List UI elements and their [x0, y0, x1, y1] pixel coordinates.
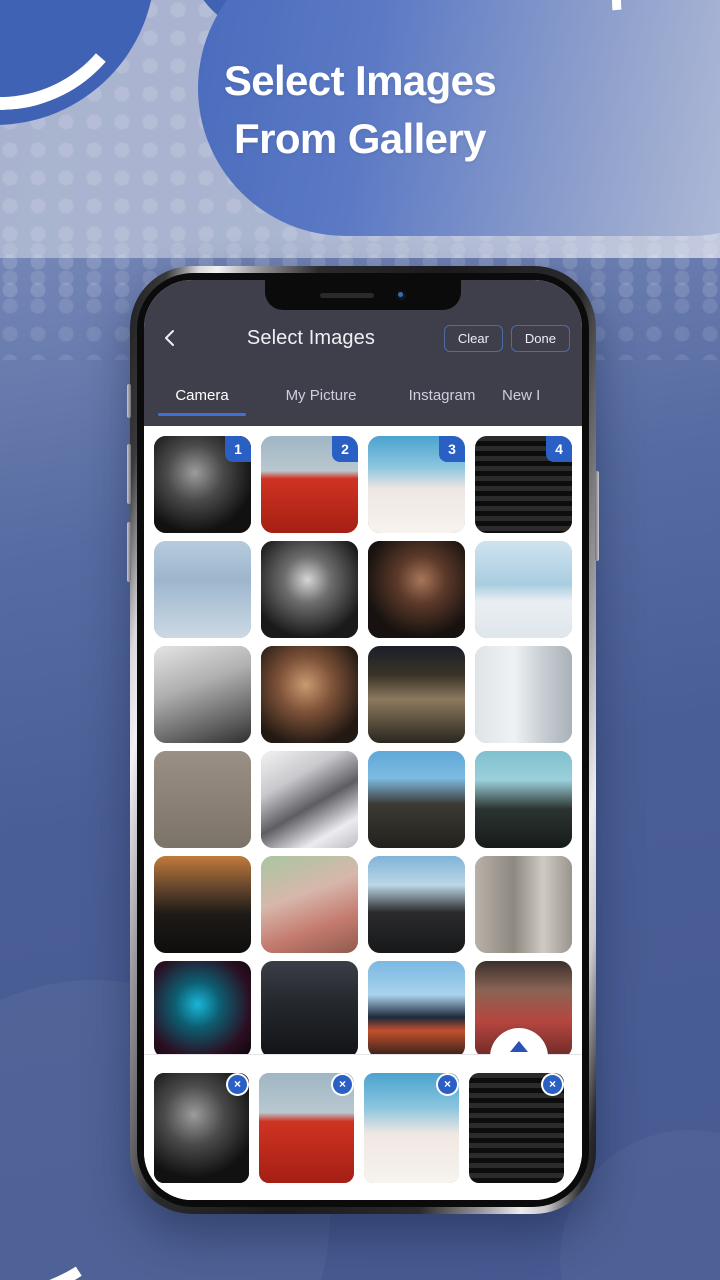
phone-volume-up-button	[127, 444, 131, 504]
thumbnail-image	[475, 541, 572, 638]
thumbnail-image	[368, 856, 465, 953]
thumbnail-image	[154, 856, 251, 953]
remove-selection-icon[interactable]: ×	[333, 1075, 352, 1094]
gallery-thumbnail[interactable]	[261, 541, 358, 638]
gallery-thumbnail[interactable]	[368, 961, 465, 1054]
triangle-up-icon	[510, 1041, 528, 1052]
page-title: Select Images	[246, 326, 375, 349]
thumbnail-image	[261, 856, 358, 953]
selected-thumbnail[interactable]: ×	[469, 1073, 564, 1183]
selected-thumbnail[interactable]: ×	[259, 1073, 354, 1183]
gallery-thumbnail[interactable]: 3	[368, 436, 465, 533]
selected-thumbnail[interactable]: ×	[364, 1073, 459, 1183]
source-tabs: Camera My Picture Instagram New I	[144, 384, 582, 426]
selected-images-row: × × × ×	[144, 1055, 582, 1183]
selected-images-strip: × × × ×	[144, 1028, 582, 1200]
gallery-thumbnail[interactable]	[154, 961, 251, 1054]
phone-mute-switch	[127, 384, 131, 418]
thumbnail-image	[368, 646, 465, 743]
done-button[interactable]: Done	[510, 324, 570, 352]
hero-title: Select Images From Gallery	[0, 52, 720, 168]
tab-instagram[interactable]: Instagram	[382, 384, 502, 404]
gallery-thumbnail[interactable]	[475, 646, 572, 743]
thumbnail-image	[475, 646, 572, 743]
remove-selection-icon[interactable]: ×	[228, 1075, 247, 1094]
gallery-thumbnail[interactable]	[368, 751, 465, 848]
thumbnail-image	[261, 541, 358, 638]
phone-notch	[265, 280, 461, 310]
thumbnail-image	[475, 856, 572, 953]
thumbnail-image	[261, 961, 358, 1054]
gallery-thumbnail[interactable]: 2	[261, 436, 358, 533]
selected-thumbnail[interactable]: ×	[154, 1073, 249, 1183]
tab-new[interactable]: New I	[502, 384, 582, 404]
clear-button[interactable]: Clear	[443, 324, 503, 352]
selection-order-badge: 3	[439, 436, 465, 462]
gallery-thumbnail[interactable]	[475, 856, 572, 953]
phone-mockup: Select Images Clear Done Camera My Pictu…	[127, 266, 599, 1214]
thumbnail-image	[261, 646, 358, 743]
gallery-thumbnail[interactable]	[368, 646, 465, 743]
gallery-thumbnail[interactable]	[261, 646, 358, 743]
gallery-thumbnail[interactable]	[368, 541, 465, 638]
gallery-thumbnail[interactable]	[154, 856, 251, 953]
thumbnail-image	[154, 541, 251, 638]
gallery-thumbnail[interactable]	[154, 646, 251, 743]
thumbnail-image	[261, 751, 358, 848]
thumbnail-image	[368, 541, 465, 638]
tab-camera[interactable]: Camera	[144, 384, 260, 416]
thumbnail-image	[154, 751, 251, 848]
gallery-thumbnail[interactable]	[261, 961, 358, 1054]
selection-order-badge: 4	[546, 436, 572, 462]
phone-screen: Select Images Clear Done Camera My Pictu…	[144, 280, 582, 1200]
selection-order-badge: 1	[225, 436, 251, 462]
remove-selection-icon[interactable]: ×	[543, 1075, 562, 1094]
thumbnail-image	[368, 751, 465, 848]
gallery-thumbnail[interactable]	[475, 751, 572, 848]
gallery-thumbnail[interactable]	[368, 856, 465, 953]
image-grid[interactable]: 1 2 3 4	[144, 426, 582, 1054]
thumbnail-image	[475, 751, 572, 848]
chevron-left-icon[interactable]	[158, 326, 182, 350]
app-header-row: Select Images Clear Done	[144, 316, 582, 360]
remove-selection-icon[interactable]: ×	[438, 1075, 457, 1094]
hero-title-line-2: From Gallery	[234, 115, 487, 162]
phone-volume-down-button	[127, 522, 131, 582]
gallery-thumbnail[interactable]	[154, 541, 251, 638]
gallery-thumbnail[interactable]: 1	[154, 436, 251, 533]
hero-title-line-1: Select Images	[223, 57, 497, 104]
thumbnail-image	[154, 646, 251, 743]
selection-order-badge: 2	[332, 436, 358, 462]
earpiece-speaker-icon	[319, 292, 374, 298]
front-camera-icon	[395, 289, 407, 301]
gallery-thumbnail[interactable]	[261, 751, 358, 848]
phone-power-button	[595, 471, 599, 561]
tab-my-picture[interactable]: My Picture	[260, 384, 382, 404]
gallery-thumbnail[interactable]: 4	[475, 436, 572, 533]
gallery-thumbnail[interactable]	[261, 856, 358, 953]
thumbnail-image	[368, 961, 465, 1054]
gallery-thumbnail[interactable]	[475, 541, 572, 638]
gallery-thumbnail[interactable]	[154, 751, 251, 848]
thumbnail-image	[154, 961, 251, 1054]
